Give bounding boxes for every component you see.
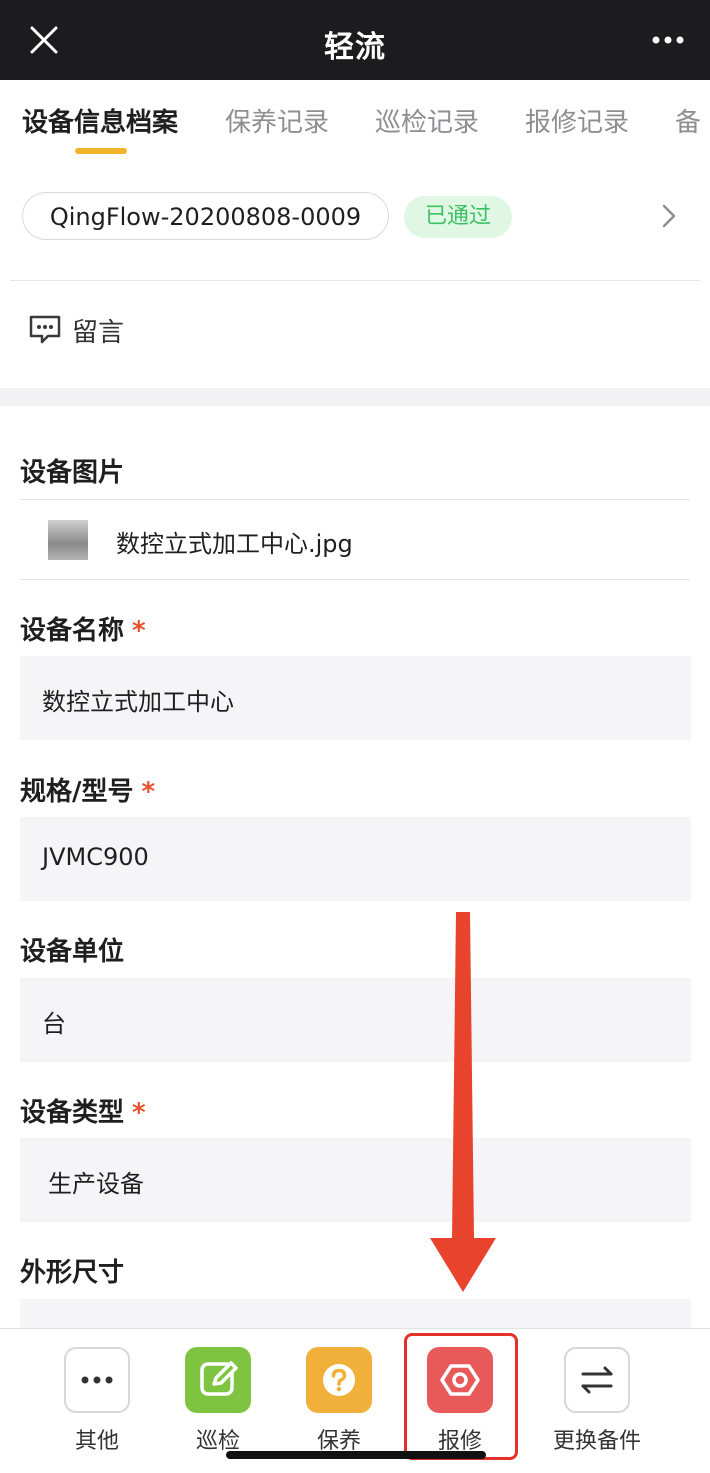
comment-label: 留言 xyxy=(72,318,125,348)
app-title: 轻流 xyxy=(324,30,386,65)
other-label: 其他 xyxy=(74,1429,119,1454)
label-text: 设备类型 xyxy=(20,1098,125,1128)
active-tab-indicator xyxy=(75,148,127,154)
spec-model-field[interactable]: JVMC900 xyxy=(20,817,691,901)
field-label-device-image: 设备图片 xyxy=(20,458,125,488)
field-label-device-unit: 设备单位 xyxy=(20,931,132,968)
label-text: 设备单位 xyxy=(20,937,125,967)
question-icon xyxy=(306,1347,372,1413)
field-value: JVMC900 xyxy=(42,843,149,871)
more-menu-icon[interactable] xyxy=(648,24,688,56)
label-text: 设备名称 xyxy=(20,616,125,646)
attachment-item[interactable]: 数控立式加工中心.jpg xyxy=(20,500,690,580)
other-button[interactable]: 其他 xyxy=(47,1347,147,1455)
status-badge: 已通过 xyxy=(404,196,512,238)
comment-icon xyxy=(29,315,61,344)
more-dots-icon xyxy=(64,1347,130,1413)
field-label-device-type: 设备类型 * xyxy=(20,1092,146,1129)
chevron-right-icon[interactable] xyxy=(656,200,684,232)
replace-spare-parts-button[interactable]: 更换备件 xyxy=(547,1347,647,1455)
repair-button[interactable]: 报修 xyxy=(410,1347,510,1455)
label-text: 外形尺寸 xyxy=(20,1258,125,1288)
tab-repair-records[interactable]: 报修记录 xyxy=(525,102,629,139)
field-value: 生产设备 xyxy=(48,1170,144,1198)
divider xyxy=(10,280,700,281)
tab-inspection-records[interactable]: 巡检记录 xyxy=(375,102,479,139)
device-type-field[interactable]: 生产设备 xyxy=(20,1138,691,1222)
required-mark: * xyxy=(141,777,156,807)
label-text: 规格/型号 xyxy=(20,777,134,807)
hexagon-nut-icon xyxy=(427,1347,493,1413)
field-value: 数控立式加工中心 xyxy=(42,688,234,716)
edit-icon xyxy=(185,1347,251,1413)
required-mark: * xyxy=(132,616,146,646)
field-value: 台 xyxy=(42,1010,66,1038)
tab-spare-parts[interactable]: 备 xyxy=(675,102,701,139)
tab-device-archive[interactable]: 设备信息档案 xyxy=(22,102,178,139)
section-gap xyxy=(0,388,710,406)
tab-maintenance-records[interactable]: 保养记录 xyxy=(225,102,329,139)
required-mark: * xyxy=(132,1098,146,1128)
inspection-button[interactable]: 巡检 xyxy=(168,1347,268,1455)
top-bar: 轻流 xyxy=(0,0,710,80)
device-unit-field[interactable]: 台 xyxy=(20,978,691,1062)
annotation-arrow xyxy=(430,912,496,1292)
field-label-device-name: 设备名称 * xyxy=(20,610,146,647)
swap-arrows-icon xyxy=(564,1347,630,1413)
record-header: QingFlow-20200808-0009 已通过 xyxy=(0,180,710,252)
replace-spare-parts-label: 更换备件 xyxy=(552,1429,641,1454)
divider xyxy=(20,579,690,580)
home-indicator xyxy=(226,1451,486,1459)
maintenance-button[interactable]: 保养 xyxy=(289,1347,389,1455)
device-name-field[interactable]: 数控立式加工中心 xyxy=(20,656,691,740)
record-id-chip[interactable]: QingFlow-20200808-0009 xyxy=(22,192,389,240)
attachment-filename: 数控立式加工中心.jpg xyxy=(116,530,353,558)
field-label-spec-model: 规格/型号 * xyxy=(20,771,155,808)
image-thumbnail[interactable] xyxy=(48,520,88,560)
field-label-dimensions: 外形尺寸 xyxy=(20,1252,132,1289)
